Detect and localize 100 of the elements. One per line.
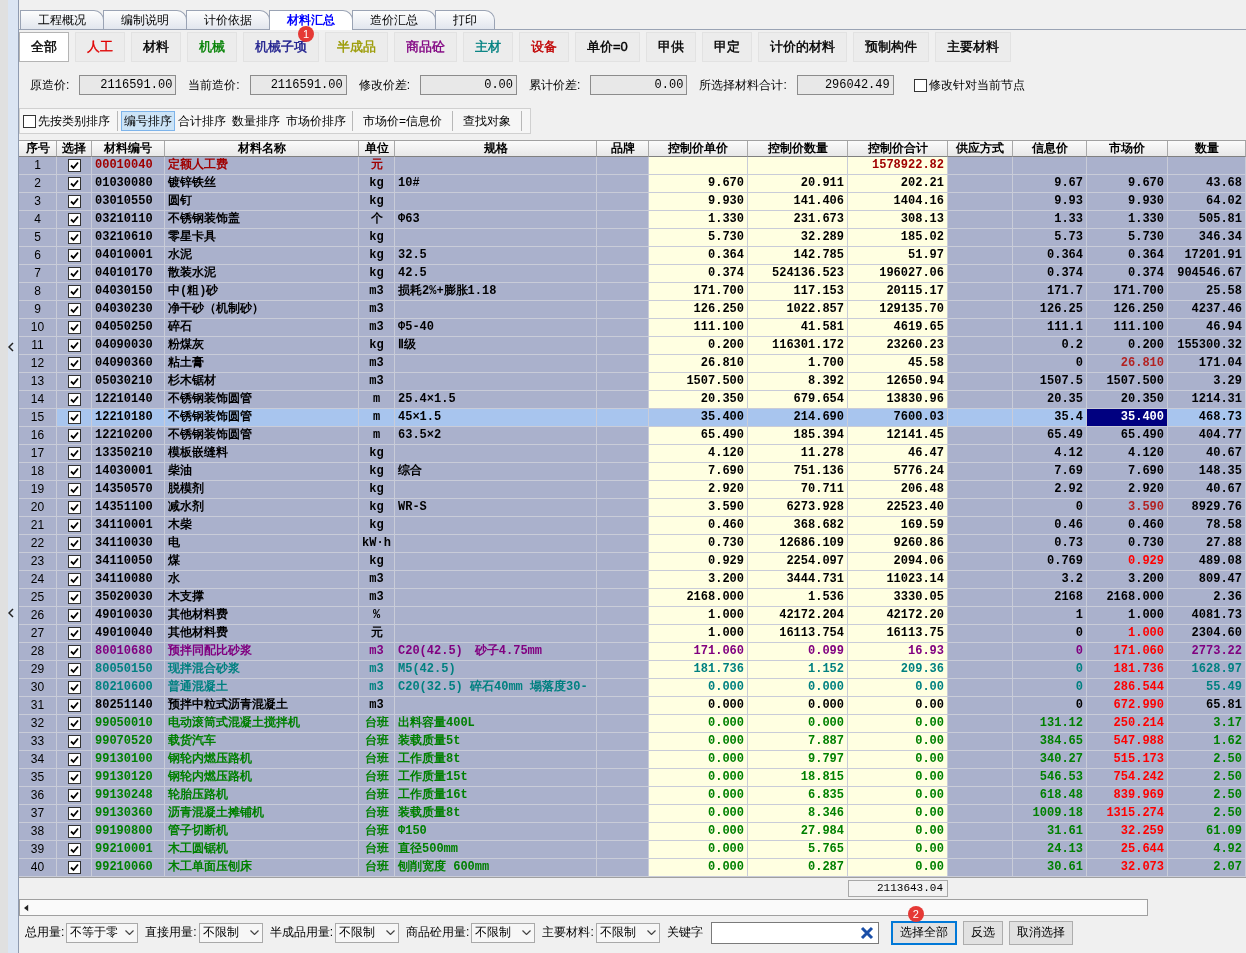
table-row[interactable]: 15 12210180 不锈钢装饰圆管 m 45×1.5 35.400 214.690 7600.03 35.4 35.400 468.73 [19, 409, 1246, 427]
checkbox[interactable] [67, 411, 81, 424]
filter-button[interactable]: 主要材料 [934, 32, 1011, 62]
table-row[interactable]: 39 99210001 木工圆锯机 台班 直径500mm 0.000 5.765 0.00 24.13 25.644 4.92 [19, 841, 1246, 859]
checkbox[interactable] [67, 735, 81, 748]
action-button[interactable]: 反选 [962, 920, 1003, 945]
checkbox[interactable] [67, 717, 81, 730]
action-button[interactable]: 选择全部 [890, 920, 957, 945]
table-row[interactable]: 31 80251140 预拌中粒式沥青混凝土 m3 0.000 0.000 0.00 0 672.990 65.81 [19, 697, 1246, 715]
checkbox[interactable] [67, 537, 81, 550]
table-row[interactable]: 25 35020030 木支撑 m3 2168.000 1.536 3330.05 2168 2168.000 2.36 [19, 589, 1246, 607]
table-row[interactable]: 8 04030150 中(粗)砂 m3 损耗2%+膨胀1.18 171.700 117.153 20115.17 171.7 171.700 25.58 [19, 283, 1246, 301]
checkbox[interactable] [67, 465, 81, 478]
keyword-field[interactable] [710, 921, 879, 944]
dropdown[interactable]: 不限制 [335, 922, 400, 943]
clear-icon[interactable] [859, 925, 874, 940]
table-row[interactable]: 14 12210140 不锈钢装饰圆管 m 25.4×1.5 20.350 679.654 13830.96 20.35 20.350 1214.31 [19, 391, 1246, 409]
table-row[interactable]: 12 04090360 粘土膏 m3 26.810 1.700 45.58 0 26.810 171.04 [19, 355, 1246, 373]
filter-button[interactable]: 材料 [131, 32, 181, 62]
table-row[interactable]: 36 99130248 轮胎压路机 台班 工作质量16t 0.000 6.835 0.00 618.48 839.969 2.50 [19, 787, 1246, 805]
checkbox[interactable] [67, 771, 81, 784]
table-row[interactable]: 6 04010001 水泥 kg 32.5 0.364 142.785 51.97 0.364 0.364 17201.91 [19, 247, 1246, 265]
checkbox[interactable] [67, 357, 81, 370]
table-row[interactable]: 33 99070520 载货汽车 台班 装载质量5t 0.000 7.887 0.00 384.65 547.988 1.62 [19, 733, 1246, 751]
checkbox[interactable] [67, 699, 81, 712]
dropdown[interactable]: 不限制 [198, 922, 263, 943]
checkbox[interactable] [67, 843, 81, 856]
table-row[interactable]: 23 34110050 煤 kg 0.929 2254.097 2094.06 0.769 0.929 489.08 [19, 553, 1246, 571]
sort-button[interactable]: 市场价排序 [283, 111, 349, 131]
checkbox[interactable] [67, 825, 81, 838]
table-row[interactable]: 34 99130100 钢轮内燃压路机 台班 工作质量8t 0.000 9.797 0.00 340.27 515.173 2.50 [19, 751, 1246, 769]
tab[interactable]: 编制说明 [103, 10, 187, 29]
table-row[interactable]: 16 12210200 不锈钢装饰圆管 m 63.5×2 65.490 185.394 12141.45 65.49 65.490 404.77 [19, 427, 1246, 445]
dropdown[interactable]: 不限制 [595, 922, 660, 943]
table-row[interactable]: 3 03010550 圆钉 kg 9.930 141.406 1404.16 9.93 9.930 64.02 [19, 193, 1246, 211]
table-row[interactable]: 1 00010040 定额人工费 元 1578922.82 [19, 157, 1246, 175]
table-row[interactable]: 18 14030001 柴油 kg 综合 7.690 751.136 5776.24 7.69 7.690 148.35 [19, 463, 1246, 481]
checkbox[interactable] [67, 753, 81, 766]
table-row[interactable]: 11 04090030 粉煤灰 kg Ⅱ级 0.200 116301.172 23260.23 0.2 0.200 155300.32 [19, 337, 1246, 355]
checkbox[interactable] [67, 483, 81, 496]
checkbox[interactable] [913, 78, 927, 92]
scroll-left-arrow-icon[interactable] [24, 903, 29, 912]
filter-button[interactable]: 商品砼 [394, 32, 457, 62]
checkbox[interactable] [67, 681, 81, 694]
tab[interactable]: 计价依据 [186, 10, 270, 29]
tab[interactable]: 工程概况 [20, 10, 104, 29]
checkbox[interactable] [67, 609, 81, 622]
checkbox[interactable] [67, 627, 81, 640]
table-row[interactable]: 27 49010040 其他材料费 元 1.000 16113.754 16113.75 0 1.000 2304.60 [19, 625, 1246, 643]
checkbox[interactable] [67, 321, 81, 334]
checkbox[interactable] [67, 249, 81, 262]
filter-button[interactable]: 全部 [19, 32, 69, 62]
table-row[interactable]: 17 13350210 模板嵌缝料 kg 4.120 11.278 46.47 4.12 4.120 40.67 [19, 445, 1246, 463]
checkbox[interactable] [67, 213, 81, 226]
filter-button[interactable]: 单价=0 [575, 32, 640, 62]
tab[interactable]: 材料汇总 [269, 10, 353, 30]
table-row[interactable]: 13 05030210 杉木锯材 m3 1507.500 8.392 12650.94 1507.5 1507.500 3.29 [19, 373, 1246, 391]
filter-button[interactable]: 计价的材料 [757, 32, 847, 62]
filter-button[interactable]: 预制构件 [852, 32, 929, 62]
checkbox[interactable] [23, 114, 36, 128]
checkbox[interactable] [67, 573, 81, 586]
checkbox[interactable] [67, 195, 81, 208]
toolbar-button[interactable]: 市场价=信息价 [356, 111, 449, 131]
table-row[interactable]: 40 99210060 木工单面压刨床 台班 刨削宽度 600mm 0.000 0.287 0.00 30.61 32.073 2.07 [19, 859, 1246, 877]
tab[interactable]: 打印 [435, 10, 495, 29]
table-row[interactable]: 4 03210110 不锈钢装饰盖 个 Φ63 1.330 231.673 308.13 1.33 1.330 505.81 [19, 211, 1246, 229]
filter-button[interactable]: 甲供 [645, 32, 696, 62]
checkbox[interactable] [67, 645, 81, 658]
table-row[interactable]: 22 34110030 电 kW·h 0.730 12686.109 9260.86 0.73 0.730 27.88 [19, 535, 1246, 553]
checkbox[interactable] [67, 663, 81, 676]
table-row[interactable]: 29 80050150 现拌混合砂浆 m3 M5(42.5) 181.736 1.152 209.36 0 181.736 1628.97 [19, 661, 1246, 679]
table-row[interactable]: 20 14351100 减水剂 kg WR-S 3.590 6273.928 22523.40 0 3.590 8929.76 [19, 499, 1246, 517]
checkbox[interactable] [67, 375, 81, 388]
sort-button[interactable]: 数量排序 [229, 111, 283, 131]
table-row[interactable]: 38 99190800 管子切断机 台班 Φ150 0.000 27.984 0.00 31.61 32.259 61.09 [19, 823, 1246, 841]
dropdown[interactable]: 不等于零 [66, 922, 139, 943]
checkbox[interactable] [67, 807, 81, 820]
filter-button[interactable]: 甲定 [701, 32, 752, 62]
filter-button[interactable]: 人工 [75, 32, 125, 62]
table-row[interactable]: 35 99130120 钢轮内燃压路机 台班 工作质量15t 0.000 18.815 0.00 546.53 754.242 2.50 [19, 769, 1246, 787]
checkbox[interactable] [67, 519, 81, 532]
checkbox[interactable] [67, 339, 81, 352]
table-row[interactable]: 9 04030230 净干砂（机制砂） m3 126.250 1022.857 129135.70 126.25 126.250 4237.46 [19, 301, 1246, 319]
checkbox[interactable] [67, 267, 81, 280]
sort-button[interactable]: 编号排序 [121, 111, 175, 131]
checkbox[interactable] [67, 501, 81, 514]
checkbox[interactable] [67, 591, 81, 604]
checkbox[interactable] [67, 177, 81, 190]
table-row[interactable]: 5 03210610 零星卡具 kg 5.730 32.289 185.02 5.73 5.730 346.34 [19, 229, 1246, 247]
checkbox[interactable] [67, 393, 81, 406]
checkbox[interactable] [67, 789, 81, 802]
checkbox-label[interactable]: 修改针对当前节点 [928, 76, 1025, 94]
table-row[interactable]: 30 80210600 普通混凝土 m3 C20(32.5) 碎石40mm 塌落度30- 0.000 0.000 0.00 0 286.544 55.49 [19, 679, 1246, 697]
table-row[interactable]: 24 34110080 水 m3 3.200 3444.731 11023.14 3.2 3.200 809.47 [19, 571, 1246, 589]
table-row[interactable]: 2 01030080 镀锌铁丝 kg 10# 9.670 20.911 202.21 9.67 9.670 43.68 [19, 175, 1246, 193]
checkbox[interactable] [67, 447, 81, 460]
table-row[interactable]: 26 49010030 其他材料费 % 1.000 42172.204 42172.20 1 1.000 4081.73 [19, 607, 1246, 625]
filter-button[interactable]: 设备 [519, 32, 569, 62]
dropdown[interactable]: 不限制 [471, 922, 536, 943]
tab[interactable]: 造价汇总 [352, 10, 436, 29]
